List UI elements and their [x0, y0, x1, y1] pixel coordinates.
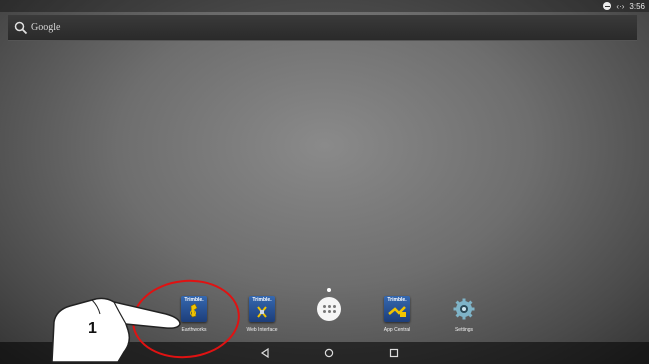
app-web-interface[interactable]: Trimble. Web Interface: [232, 296, 292, 333]
status-clock: 3:56: [629, 1, 645, 11]
status-bar: ‹·› 3:56: [0, 0, 649, 12]
page-indicator: [327, 288, 331, 292]
step-number: 1: [88, 320, 97, 337]
app-settings[interactable]: Settings: [434, 296, 494, 333]
app-drawer-icon: [317, 297, 341, 321]
app-central-icon: Trimble.: [384, 296, 410, 322]
pointing-hand-icon: [51, 297, 181, 363]
network-icon: ‹·›: [616, 1, 625, 11]
app-label: App Central: [383, 327, 411, 333]
app-label: Settings: [454, 327, 474, 333]
search-label: Google: [31, 22, 61, 33]
home-icon[interactable]: [322, 346, 336, 360]
recents-icon[interactable]: [387, 346, 401, 360]
settings-gear-icon: [451, 296, 477, 322]
app-label: Web Interface: [246, 327, 278, 333]
google-search-bar[interactable]: Google: [8, 15, 637, 41]
search-icon: [14, 21, 28, 35]
status-icons: ‹·› 3:56: [603, 0, 645, 12]
back-icon[interactable]: [258, 346, 272, 360]
all-apps-button[interactable]: [299, 296, 359, 321]
app-app-central[interactable]: Trimble. App Central: [367, 296, 427, 333]
do-not-disturb-icon: [603, 2, 612, 10]
web-interface-icon: Trimble.: [249, 296, 275, 322]
